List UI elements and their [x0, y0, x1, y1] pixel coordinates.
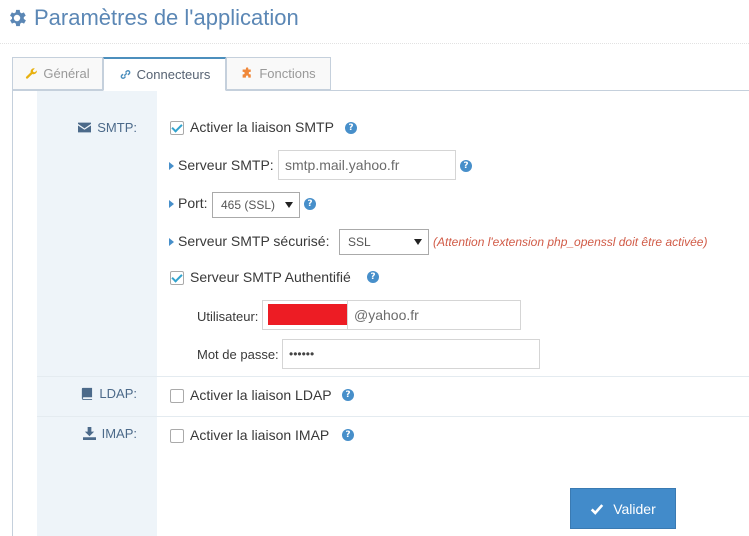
- smtp-server-label: Serveur SMTP:: [178, 157, 274, 173]
- imap-enable-checkbox[interactable]: [170, 429, 184, 443]
- envelope-icon: [78, 122, 92, 133]
- title-divider: [0, 43, 749, 44]
- smtp-server-input[interactable]: smtp.mail.yahoo.fr: [278, 150, 456, 180]
- page-title-text: Paramètres de l'application: [34, 5, 299, 30]
- row-divider: [37, 376, 749, 377]
- wrench-icon: [26, 68, 38, 79]
- smtp-auth-label: Serveur SMTP Authentifié: [190, 269, 351, 285]
- tab-connecteurs-label: Connecteurs: [136, 67, 211, 82]
- smtp-secure-label: Serveur SMTP sécurisé:: [178, 233, 330, 249]
- port-label: Port:: [178, 195, 208, 211]
- validate-button[interactable]: Valider: [570, 488, 676, 529]
- help-icon[interactable]: ?: [460, 160, 472, 172]
- caret-right-icon: [169, 200, 174, 208]
- openssl-warning: (Attention l'extension php_openssl doit …: [433, 235, 708, 249]
- help-icon[interactable]: ?: [367, 271, 379, 283]
- caret-right-icon: [169, 162, 174, 170]
- tab-connecteurs[interactable]: Connecteurs: [103, 57, 226, 91]
- smtp-enable-checkbox[interactable]: [170, 121, 184, 135]
- smtp-secure-select[interactable]: SSL: [339, 229, 429, 255]
- help-icon[interactable]: ?: [342, 389, 354, 401]
- row-divider: [37, 416, 749, 417]
- help-icon[interactable]: ?: [342, 429, 354, 441]
- smtp-enable-label: Activer la liaison SMTP: [190, 119, 334, 135]
- smtp-section-label: SMTP:: [78, 120, 137, 135]
- book-icon: [82, 387, 93, 400]
- help-icon[interactable]: ?: [345, 122, 357, 134]
- imap-enable-label: Activer la liaison IMAP: [190, 427, 330, 443]
- ldap-enable-label: Activer la liaison LDAP: [190, 387, 332, 403]
- help-icon[interactable]: ?: [304, 198, 316, 210]
- ldap-enable-checkbox[interactable]: [170, 389, 184, 403]
- check-icon: [591, 503, 604, 515]
- gear-icon: [10, 9, 26, 27]
- redacted-username: [268, 304, 347, 325]
- tab-general-label: Général: [43, 66, 90, 81]
- tab-fonctions[interactable]: Fonctions: [226, 57, 331, 90]
- password-input[interactable]: ••••••: [282, 339, 540, 369]
- password-label: Mot de passe:: [197, 347, 279, 362]
- download-icon: [82, 427, 96, 440]
- label-column: [37, 91, 157, 536]
- puzzle-icon: [242, 67, 252, 78]
- port-select[interactable]: 465 (SSL): [212, 192, 300, 218]
- tab-general[interactable]: Général: [12, 57, 103, 90]
- tab-fonctions-label: Fonctions: [259, 66, 316, 81]
- user-domain-addon: @yahoo.fr: [347, 300, 521, 330]
- smtp-auth-checkbox[interactable]: [170, 271, 184, 285]
- imap-section-label: IMAP:: [82, 426, 137, 441]
- ldap-section-label: LDAP:: [80, 386, 137, 401]
- link-icon: [120, 70, 131, 79]
- dropdown-arrow-icon: [285, 202, 293, 208]
- page-title: Paramètres de l'application: [6, 2, 299, 34]
- caret-right-icon: [169, 238, 174, 246]
- user-label: Utilisateur:: [197, 309, 259, 324]
- dropdown-arrow-icon: [414, 239, 422, 245]
